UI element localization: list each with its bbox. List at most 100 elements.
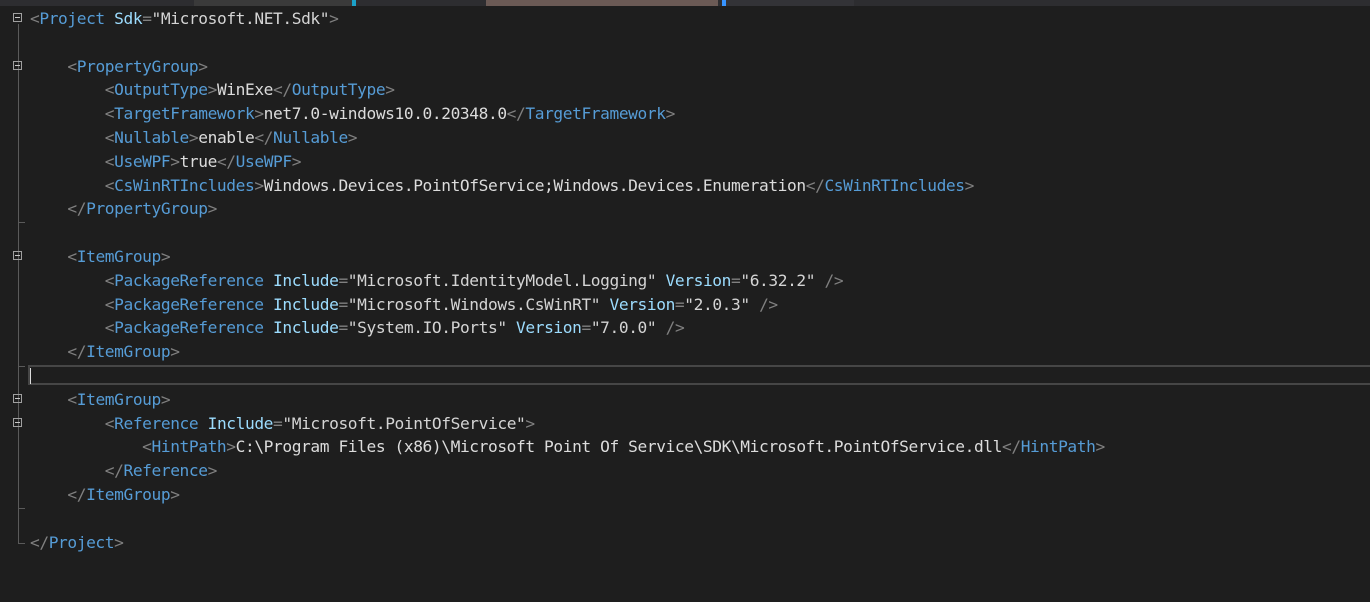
code-line[interactable]: <PackageReference Include="Microsoft.Win…: [0, 293, 1370, 317]
code-line[interactable]: <PackageReference Include="Microsoft.Ide…: [0, 269, 1370, 293]
code-token-delim: />: [665, 318, 685, 338]
code-line[interactable]: </ItemGroup>: [0, 483, 1370, 507]
code-line[interactable]: <Reference Include="Microsoft.PointOfSer…: [0, 412, 1370, 436]
code-token-delim: >: [170, 485, 180, 504]
collapse-icon[interactable]: [13, 393, 22, 403]
code-token-delim: >: [347, 128, 358, 147]
document-tab-active[interactable]: [486, 0, 718, 6]
code-token-str: "Microsoft.Windows.CsWinRT": [347, 294, 601, 314]
code-token-delim: <: [142, 437, 152, 457]
code-token-tag: ItemGroup: [86, 485, 171, 504]
code-token-delim: >: [329, 9, 339, 28]
code-token-tag: Nullable: [114, 128, 189, 147]
code-token-tag: TargetFramework: [114, 104, 255, 124]
code-token-txt: WinExe: [216, 80, 274, 100]
collapse-icon[interactable]: [13, 251, 22, 260]
code-line[interactable]: </ItemGroup>: [0, 340, 1370, 364]
code-line[interactable]: <Nullable>enable</Nullable>: [0, 126, 1370, 150]
collapse-icon[interactable]: [13, 417, 22, 427]
code-token-tag: UseWPF: [235, 151, 292, 171]
code-token-delim: <: [104, 413, 115, 433]
document-tab[interactable]: [722, 0, 854, 6]
code-token-delim: <: [104, 151, 115, 171]
document-tab[interactable]: [194, 0, 356, 6]
code-token-delim: <: [104, 104, 115, 124]
code-token-delim: <: [30, 9, 40, 28]
code-line[interactable]: </Reference>: [0, 459, 1370, 483]
code-token-str: "Microsoft.IdentityModel.Logging": [347, 270, 657, 290]
code-text: </PropertyGroup>: [30, 197, 217, 221]
collapse-icon[interactable]: [13, 60, 22, 70]
code-line[interactable]: <UseWPF>true</UseWPF>: [0, 150, 1370, 174]
collapse-icon[interactable]: [13, 13, 22, 22]
code-token-delim: <: [104, 318, 115, 338]
code-line[interactable]: <CsWinRTIncludes>Windows.Devices.PointOf…: [0, 174, 1370, 198]
code-line[interactable]: </PropertyGroup>: [0, 197, 1370, 221]
code-line[interactable]: </Project>: [0, 531, 1370, 555]
code-token-attr: Include: [273, 294, 339, 314]
code-editor[interactable]: <Project Sdk="Microsoft.NET.Sdk"> <Prope…: [0, 7, 1370, 602]
code-token-str: "System.IO.Ports": [347, 318, 507, 338]
code-token-delim: </: [1002, 437, 1021, 457]
code-text: <PackageReference Include="Microsoft.Ide…: [30, 269, 844, 293]
code-text: </ItemGroup>: [30, 340, 180, 364]
code-token-attr: Include: [207, 413, 274, 433]
code-token-delim: >: [226, 437, 236, 457]
code-text: <PackageReference Include="System.IO.Por…: [30, 316, 685, 340]
code-token-tag: PackageReference: [114, 318, 264, 338]
code-line[interactable]: [0, 31, 1370, 55]
code-line[interactable]: [0, 507, 1370, 531]
code-token-delim: <: [104, 80, 115, 100]
code-text: </Reference>: [30, 459, 218, 483]
code-token-delim: >: [525, 413, 535, 433]
code-token-delim: =: [273, 413, 283, 433]
code-token-delim: =: [674, 294, 685, 314]
code-line[interactable]: <Project Sdk="Microsoft.NET.Sdk">: [0, 7, 1370, 31]
code-token-delim: >: [207, 461, 218, 481]
code-token-delim: >: [170, 151, 180, 171]
code-token-txt: Windows.Devices.PointOfService;Windows.D…: [263, 175, 806, 195]
code-token-delim: >: [964, 175, 975, 195]
code-line[interactable]: [0, 364, 1370, 388]
code-token-delim: <: [104, 270, 115, 290]
code-token-delim: >: [254, 175, 264, 195]
code-token-delim: </: [30, 532, 49, 552]
code-text: <TargetFramework>net7.0-windows10.0.2034…: [30, 102, 676, 126]
code-token-txt: true: [179, 151, 218, 171]
code-token-delim: >: [207, 199, 218, 219]
document-tab-strip: [0, 0, 1370, 6]
code-line[interactable]: <ItemGroup>: [0, 388, 1370, 412]
code-token-tag: UseWPF: [114, 151, 171, 171]
code-line[interactable]: <TargetFramework>net7.0-windows10.0.2034…: [0, 102, 1370, 126]
code-token-txt: enable: [198, 128, 255, 147]
code-token-tag: CsWinRTIncludes: [114, 175, 255, 195]
code-token-delim: <: [67, 389, 77, 409]
code-token-delim: >: [170, 342, 180, 362]
code-token-tag: Project: [39, 9, 105, 28]
code-token-tag: HintPath: [151, 437, 227, 457]
code-line[interactable]: [0, 221, 1370, 245]
code-line[interactable]: <PropertyGroup>: [0, 55, 1370, 79]
code-token-delim: =: [142, 9, 152, 28]
code-token-delim: =: [338, 294, 348, 314]
code-line[interactable]: <ItemGroup>: [0, 245, 1370, 269]
code-line[interactable]: <PackageReference Include="System.IO.Por…: [0, 316, 1370, 340]
code-token-delim: <: [104, 128, 115, 147]
code-line[interactable]: <OutputType>WinExe</OutputType>: [0, 78, 1370, 102]
code-token-delim: </: [254, 128, 274, 147]
code-line[interactable]: <HintPath>C:\Program Files (x86)\Microso…: [0, 435, 1370, 459]
code-token-txt: net7.0-windows10.0.20348.0: [263, 104, 507, 124]
code-token-attr: Version: [516, 318, 582, 338]
